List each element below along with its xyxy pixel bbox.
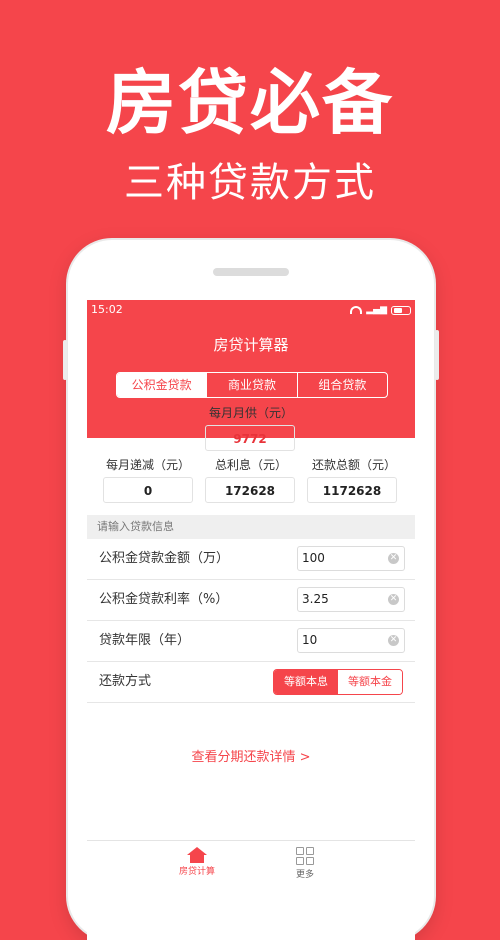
- monthly-payment-value: 9772: [205, 425, 295, 451]
- clear-icon[interactable]: ✕: [388, 553, 399, 564]
- monthly-decrease-label: 每月递减（元）: [105, 458, 190, 472]
- repayment-method-toggle: 等额本息 等额本金: [273, 669, 403, 695]
- grid-icon: [296, 847, 314, 865]
- battery-icon: [391, 305, 411, 315]
- signal-icon: ▂▄▆: [366, 305, 387, 315]
- loan-term-input[interactable]: 10 ✕: [297, 628, 405, 653]
- loan-info-section-header: 请输入贷款信息: [87, 515, 415, 539]
- total-interest-label: 总利息（元）: [214, 458, 287, 472]
- status-time: 15:02: [91, 303, 123, 316]
- nav-item-more[interactable]: 更多: [275, 847, 335, 880]
- total-repayment-value: 1172628: [307, 477, 397, 503]
- tab-combined-loan[interactable]: 组合贷款: [296, 373, 387, 397]
- interest-rate-label: 公积金贷款利率（%）: [99, 592, 229, 607]
- summary-panel: 每月月供（元） 9772 每月递减（元） 0 总利息（元） 172628 还款总…: [87, 398, 415, 518]
- form-row-interest-rate: 公积金贷款利率（%） 3.25 ✕: [87, 580, 415, 621]
- loan-amount-input[interactable]: 100 ✕: [297, 546, 405, 571]
- form-row-loan-amount: 公积金贷款金额（万） 100 ✕: [87, 539, 415, 580]
- home-icon: [187, 847, 207, 863]
- tab-provident-fund-loan[interactable]: 公积金贷款: [117, 373, 207, 397]
- loan-term-label: 贷款年限（年）: [99, 633, 191, 648]
- loan-type-tabs: 公积金贷款 商业贷款 组合贷款: [116, 372, 388, 398]
- app-title: 房贷计算器: [213, 336, 289, 354]
- repayment-method-label: 还款方式: [99, 674, 152, 689]
- phone-side-button: [435, 330, 439, 380]
- wifi-icon: [350, 306, 363, 314]
- nav-item-mortgage-calc[interactable]: 房贷计算: [167, 847, 227, 877]
- loan-amount-value: 100: [302, 551, 325, 565]
- phone-frame: 15:02 ▂▄▆ 房贷计算器 公积金贷款 商业贷款 组合贷款 每月月供（元） …: [63, 240, 439, 940]
- equal-installment-option[interactable]: 等额本息: [274, 670, 338, 694]
- interest-rate-value: 3.25: [302, 592, 329, 606]
- interest-rate-input[interactable]: 3.25 ✕: [297, 587, 405, 612]
- banner-subtitle: 三种贷款方式: [124, 160, 376, 206]
- total-repayment-label: 还款总额（元）: [311, 458, 396, 472]
- view-installment-details-link[interactable]: 查看分期还款详情 >: [87, 746, 415, 765]
- phone-side-button: [63, 340, 67, 380]
- form-row-loan-term: 贷款年限（年） 10 ✕: [87, 621, 415, 662]
- phone-speaker: [213, 268, 289, 276]
- status-bar: 15:02 ▂▄▆: [87, 300, 415, 320]
- equal-principal-option[interactable]: 等额本金: [338, 670, 402, 694]
- app-screen: 15:02 ▂▄▆ 房贷计算器 公积金贷款 商业贷款 组合贷款 每月月供（元） …: [87, 300, 415, 940]
- clear-icon[interactable]: ✕: [388, 594, 399, 605]
- form-row-repayment-method: 还款方式 等额本息 等额本金: [87, 662, 415, 703]
- tab-commercial-loan[interactable]: 商业贷款: [206, 373, 296, 397]
- nav-label: 房贷计算: [178, 867, 215, 877]
- bottom-nav: 房贷计算 更多: [87, 840, 415, 940]
- loan-amount-label: 公积金贷款金额（万）: [99, 551, 230, 566]
- banner-title: 房贷必备: [106, 62, 394, 144]
- loan-term-value: 10: [302, 633, 318, 647]
- nav-label: 更多: [295, 870, 314, 880]
- monthly-decrease-value: 0: [103, 477, 193, 503]
- total-interest-value: 172628: [205, 477, 295, 503]
- monthly-payment-label: 每月月供（元）: [208, 406, 293, 420]
- clear-icon[interactable]: ✕: [388, 635, 399, 646]
